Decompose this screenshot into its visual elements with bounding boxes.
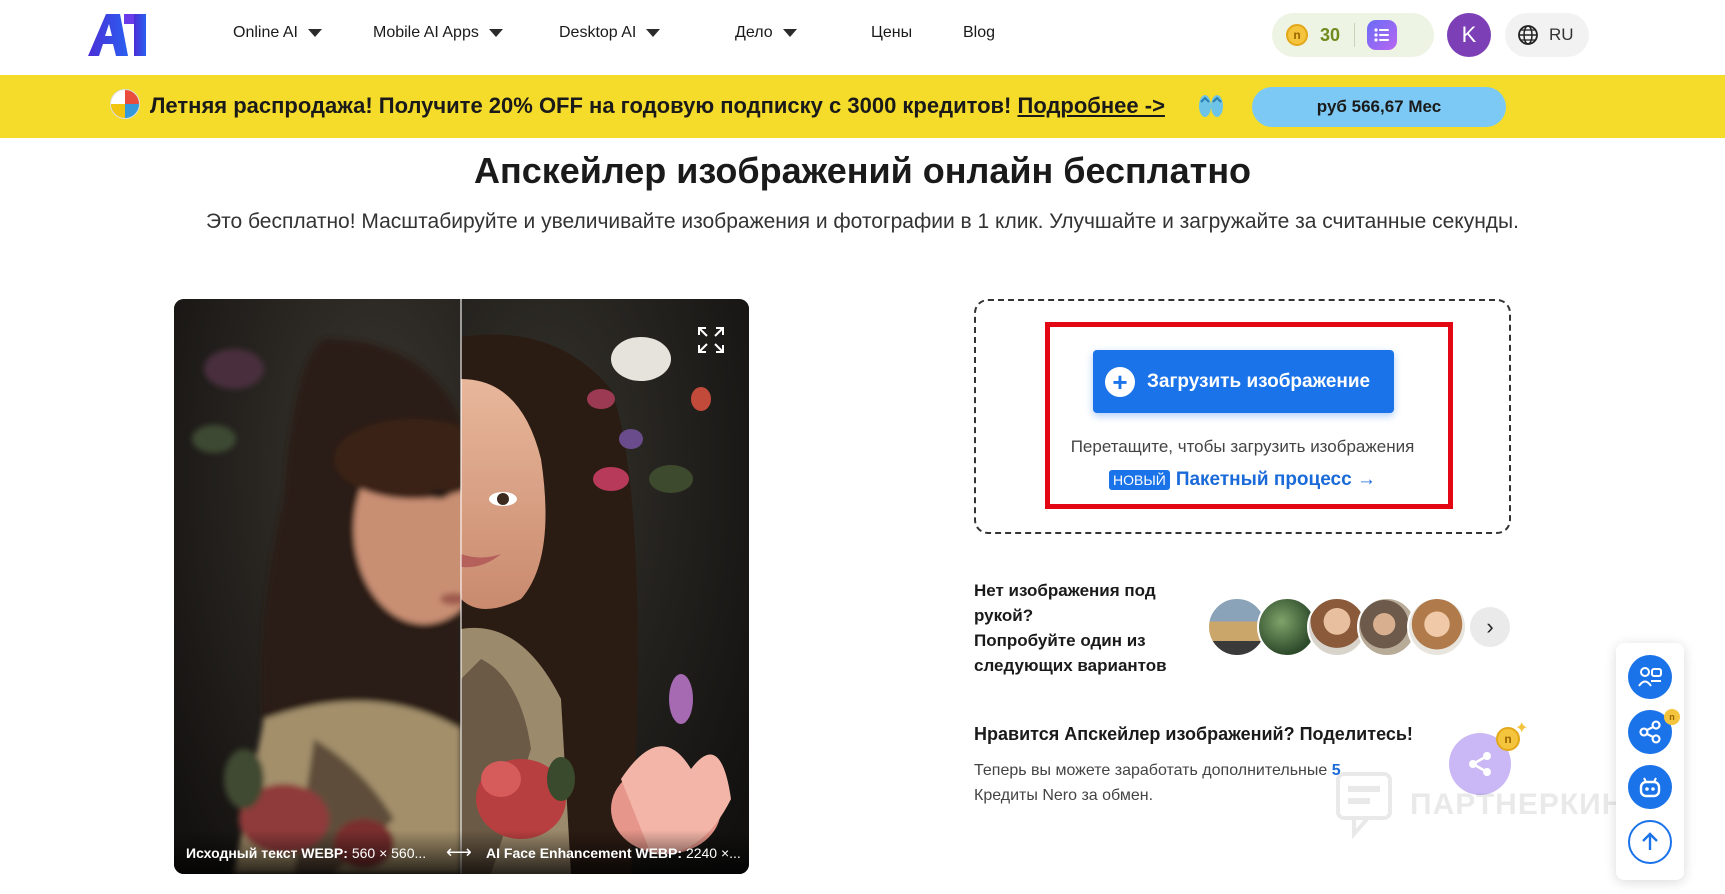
- fullscreen-expand-icon[interactable]: [696, 325, 726, 355]
- compare-slider-handle[interactable]: [460, 299, 462, 874]
- original-caption: Исходный текст WEBP: 560 × 560...: [186, 845, 426, 861]
- enhanced-caption: AI Face Enhancement WEBP: 2240 ×...: [486, 845, 741, 861]
- enhanced-caption-label: AI Face Enhancement WEBP:: [486, 845, 683, 861]
- avatar[interactable]: K: [1447, 13, 1491, 57]
- drag-hint: Перетащите, чтобы загрузить изображения: [1070, 437, 1415, 456]
- nav-mobile-ai-apps[interactable]: Mobile AI Apps: [373, 24, 503, 42]
- logo[interactable]: [88, 14, 156, 56]
- coin-icon: n: [1286, 24, 1308, 46]
- chevron-down-icon: [782, 29, 797, 37]
- samples-prompt: Нет изображения под рукой? Попробуйте од…: [974, 578, 1184, 678]
- scroll-to-top-button[interactable]: [1628, 820, 1672, 864]
- page-subtitle: Это бесплатно! Масштабируйте и увеличива…: [206, 210, 1519, 233]
- original-caption-value: 560 × 560...: [351, 845, 427, 861]
- promo-text: Летняя распродажа! Получите 20% OFF на г…: [150, 93, 1165, 119]
- nav-blog[interactable]: Blog: [963, 24, 995, 42]
- new-badge: НОВЫЙ: [1109, 470, 1170, 490]
- batch-process-link[interactable]: Пакетный процесс →: [1176, 469, 1376, 491]
- side-toolbar: n: [1616, 643, 1684, 880]
- task-list-icon[interactable]: [1367, 20, 1398, 50]
- feedback-button[interactable]: [1628, 655, 1672, 699]
- sample-portrait-thumbnail[interactable]: [1407, 597, 1467, 657]
- upload-button-label: Загрузить изображение: [1147, 370, 1371, 392]
- nav-business[interactable]: Дело: [735, 24, 797, 42]
- samples-line-1: Нет изображения под рукой?: [974, 581, 1156, 625]
- top-header: Online AI Mobile AI Apps Desktop AI Дело…: [0, 0, 1725, 75]
- watermark-logo: [1336, 772, 1392, 840]
- ai-assistant-button[interactable]: [1628, 765, 1672, 809]
- nav-label: Цены: [871, 24, 913, 41]
- original-image: [174, 299, 461, 874]
- arrow-up-icon: [1642, 832, 1658, 850]
- before-after-preview[interactable]: Исходный текст WEBP: 560 × 560... ⟷ AI F…: [174, 299, 749, 874]
- nav-label: Дело: [735, 24, 773, 41]
- original-caption-label: Исходный текст WEBP:: [186, 845, 348, 861]
- samples-line-2: Попробуйте один из следующих вариантов: [974, 631, 1167, 675]
- feedback-icon: [1638, 667, 1662, 687]
- nav-label: Blog: [963, 24, 996, 41]
- plus-icon: +: [1105, 366, 1135, 397]
- batch-process-row[interactable]: НОВЫЙ Пакетный процесс →: [974, 469, 1511, 491]
- chevron-down-icon: [488, 29, 503, 37]
- robot-icon: [1639, 777, 1661, 798]
- page-title: Апскейлер изображений онлайн бесплатно: [473, 150, 1252, 191]
- sparkle-icon: ✦: [1515, 720, 1529, 737]
- coin-icon: n: [1664, 709, 1680, 725]
- divider: [1354, 23, 1356, 47]
- share-desc-text: Теперь вы можете заработать дополнительн…: [974, 762, 1328, 779]
- promo-more-link[interactable]: Подробнее ->: [1018, 93, 1165, 118]
- beach-ball-icon: [110, 89, 140, 119]
- share-icon: [1639, 720, 1661, 744]
- nav-label: Online AI: [233, 24, 298, 41]
- nav-desktop-ai[interactable]: Desktop AI: [559, 24, 661, 42]
- promo-banner: Летняя распродажа! Получите 20% OFF на г…: [0, 75, 1725, 138]
- share-description: Теперь вы можете заработать дополнительн…: [974, 758, 1394, 808]
- credits-count: 30: [1320, 24, 1341, 45]
- watermark-text: ПАРТНЕРКИН: [1410, 788, 1625, 821]
- credits-pill[interactable]: n 30: [1272, 13, 1434, 57]
- chevron-down-icon: [646, 29, 661, 37]
- share-title: Нравится Апскейлер изображений? Поделите…: [974, 724, 1413, 744]
- language-selector[interactable]: RU: [1505, 13, 1589, 57]
- subscribe-price-button[interactable]: руб 566,67 Mес: [1252, 87, 1506, 127]
- flip-flops-icon: [1196, 90, 1226, 127]
- nav-label: Desktop AI: [559, 24, 637, 41]
- globe-icon: [1518, 25, 1538, 45]
- watermark: ПАРТНЕРКИН: [1334, 770, 1624, 840]
- language-label: RU: [1549, 25, 1574, 44]
- chevron-down-icon: [307, 29, 322, 37]
- promo-message: Летняя распродажа! Получите 20% OFF на г…: [150, 93, 1012, 118]
- enhanced-image: [461, 299, 749, 874]
- nav-pricing[interactable]: Цены: [871, 24, 912, 42]
- enhanced-caption-value: 2240 ×...: [685, 845, 741, 861]
- share-desc-text-2: Кредиты Nero за обмен.: [974, 787, 1154, 804]
- nav-label: Mobile AI Apps: [373, 24, 479, 41]
- sample-thumbnails: [1207, 597, 1467, 657]
- next-samples-button[interactable]: ›: [1470, 607, 1510, 647]
- compare-arrows-icon: ⟷: [446, 842, 472, 862]
- nav-online-ai[interactable]: Online AI: [233, 24, 322, 42]
- upload-image-button[interactable]: + Загрузить изображение: [1093, 350, 1394, 413]
